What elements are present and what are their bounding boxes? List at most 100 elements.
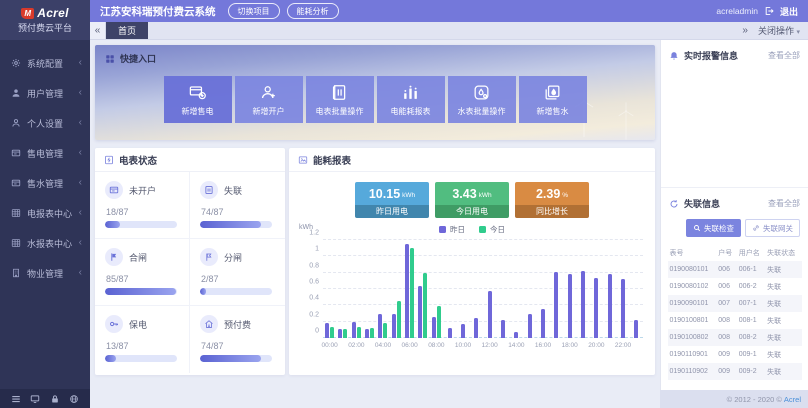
offline-table-row: 0190110901009009-1失联 (668, 346, 802, 363)
bar-昨日 (365, 329, 369, 338)
kpi-value: 10.15 (369, 187, 400, 201)
tabs-collapse-button[interactable]: « (90, 22, 106, 39)
system-title: 江苏安科瑞预付费云系统 (100, 4, 216, 19)
quick-entry-button[interactable]: 新增开户 (235, 76, 303, 123)
offline-table-cell: 失联 (765, 329, 801, 346)
offline-table-cell: 失联 (765, 312, 801, 329)
bar-group (590, 278, 603, 338)
meter-status-label: 失联 (224, 184, 242, 197)
quick-entry-button[interactable]: 电表批量操作 (306, 76, 374, 123)
globe-icon[interactable] (69, 394, 79, 404)
offline-view-all-link[interactable]: 查看全部 (768, 198, 800, 209)
sidebar-menu-item[interactable]: 售电管理 ‹ (0, 138, 90, 168)
offline-panel-title: 失联信息 (684, 197, 763, 210)
legend-swatch (479, 226, 486, 233)
sidebar-menu-item[interactable]: 售水管理 ‹ (0, 168, 90, 198)
bar-昨日 (568, 274, 572, 338)
kpi-value: 3.43 (452, 187, 476, 201)
meter-status-cell: 失联 74/87 (190, 172, 285, 239)
copyright-text: © 2012 - 2020 © (727, 395, 782, 404)
lock-icon[interactable] (50, 394, 60, 404)
bar-昨日 (488, 291, 492, 338)
energy-analysis-button[interactable]: 能耗分析 (287, 3, 339, 19)
meter-status-icon (104, 155, 114, 165)
offline-table-row: 0190100802008008-2失联 (668, 329, 802, 346)
bar-group (323, 323, 336, 338)
sidebar-menu-item[interactable]: 个人设置 ‹ (0, 108, 90, 138)
building-icon (11, 268, 21, 278)
quick-entry-button[interactable]: 新增售电 (164, 76, 232, 123)
legend-item[interactable]: 今日 (479, 224, 505, 235)
chevron-left-icon: ‹ (79, 268, 82, 278)
kpi-unit: kWh (402, 192, 415, 199)
logout-button[interactable]: 退出 (780, 5, 798, 18)
acrel-link[interactable]: Acrel (784, 395, 801, 404)
card-icon (11, 178, 21, 188)
menu-icon[interactable] (11, 394, 21, 404)
kpi-unit: % (562, 192, 568, 199)
offline-table: 表号户号用户名失联状态 0190080101006006-1失联01900801… (668, 245, 802, 380)
flag-icon (109, 252, 119, 262)
chart-x-tick: 10:00 (455, 342, 471, 349)
switch-project-button[interactable]: 切换项目 (228, 3, 280, 19)
offline-table-cell: 0190100801 (668, 312, 717, 329)
alarm-view-all-link[interactable]: 查看全部 (768, 50, 800, 61)
close-operations-dropdown[interactable]: 关闭操作 ▾ (758, 24, 800, 37)
bar-group (576, 271, 589, 338)
bar-group (416, 273, 429, 338)
bar-昨日 (528, 314, 532, 339)
chart-y-tick: 0.8 (299, 262, 319, 269)
bar-今日 (437, 306, 441, 338)
bar-group (403, 244, 416, 338)
tabs-expand-button[interactable]: » (742, 25, 748, 36)
chevron-left-icon: ‹ (79, 208, 82, 218)
quick-entry-button[interactable]: 新增售水 (519, 76, 587, 123)
meter-status-cell: 合闸 85/87 (95, 239, 190, 306)
offline-table-row: 0190110902009009-2失联 (668, 363, 802, 380)
meter-status-grid: 未开户 18/87 失联 74/87 合闸 85/87 分 (95, 172, 285, 373)
card-icon (109, 185, 119, 195)
sidebar-item-label: 电报表中心 (27, 207, 79, 220)
chevron-left-icon: ‹ (79, 238, 82, 248)
sidebar: M Acrel 预付费云平台 系统配置 ‹ 用户管理 ‹ 个人设置 ‹ 售电管理… (0, 0, 90, 408)
quick-entry-label: 电表批量操作 (316, 106, 364, 117)
bar-group (523, 314, 536, 339)
sidebar-menu-item[interactable]: 系统配置 ‹ (0, 48, 90, 78)
bar-group (536, 309, 549, 338)
legend-item[interactable]: 昨日 (439, 224, 465, 235)
meter-small-icon (204, 185, 214, 195)
bar-昨日 (418, 286, 422, 338)
offline-table-cell: 009 (716, 346, 736, 363)
sidebar-menu-item[interactable]: 电报表中心 ‹ (0, 198, 90, 228)
kpi-label: 今日用电 (435, 205, 509, 218)
offline-table-row: 0190090101007007-1失联 (668, 295, 802, 312)
logout-icon[interactable] (764, 6, 774, 16)
offline-gateway-button[interactable]: 失联网关 (745, 219, 800, 237)
bar-group (363, 328, 376, 338)
quick-entry-button[interactable]: 电能耗报表 (377, 76, 445, 123)
chart-y-tick: 0 (299, 328, 319, 335)
meter-status-count: 13/87 (106, 341, 181, 351)
water-drop-icon (543, 83, 562, 102)
offline-table-cell: 008-1 (737, 312, 765, 329)
offline-table-header-row: 表号户号用户名失联状态 (668, 245, 802, 261)
sidebar-menu-item[interactable]: 用户管理 ‹ (0, 78, 90, 108)
bar-昨日 (474, 318, 478, 338)
bar-group (470, 318, 483, 338)
quick-entry-button[interactable]: 水表批量操作 (448, 76, 516, 123)
tab-home[interactable]: 首页 (106, 22, 148, 39)
bar-昨日 (338, 329, 342, 338)
bar-昨日 (608, 274, 612, 338)
monitor-icon[interactable] (30, 394, 40, 404)
offline-table-body: 0190080101006006-1失联0190080102006006-2失联… (668, 261, 802, 380)
chevron-left-icon: ‹ (79, 178, 82, 188)
sidebar-menu-item[interactable]: 物业管理 ‹ (0, 258, 90, 288)
chart-x-tick: 06:00 (402, 342, 418, 349)
sidebar-item-label: 系统配置 (27, 57, 79, 70)
bar-昨日 (554, 272, 558, 338)
kpi-row: 10.15 kWh 昨日用电 3.43 kWh 今日用电 2.39 % 同比增长 (289, 182, 655, 218)
offline-check-button[interactable]: 失联检查 (686, 219, 741, 237)
chart-x-tick: 12:00 (482, 342, 498, 349)
chart-x-tick: 00:00 (322, 342, 338, 349)
sidebar-menu-item[interactable]: 水报表中心 ‹ (0, 228, 90, 258)
